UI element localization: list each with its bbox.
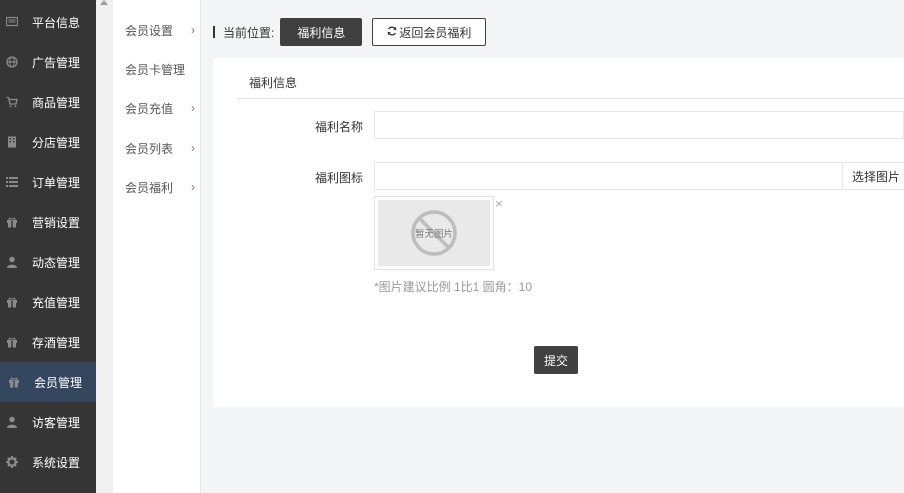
chevron-right-icon: › [191, 180, 195, 194]
gear-icon [6, 456, 18, 468]
close-icon[interactable]: × [495, 196, 503, 211]
gift-icon [6, 216, 18, 228]
sidebar-item-platform-info[interactable]: 平台信息 [0, 2, 96, 42]
user-icon [6, 256, 18, 268]
sidebar-item-orders[interactable]: 订单管理 [0, 162, 96, 202]
sidebar-item-label: 存酒管理 [32, 335, 81, 350]
no-image-text: 暂无图片 [415, 228, 453, 240]
sidebar-item-marketing[interactable]: 营销设置 [0, 202, 96, 242]
sidebar-item-label: 商品管理 [32, 95, 81, 110]
sidebar-item-label: 平台信息 [32, 15, 81, 30]
submenu-item-label: 会员列表 [125, 141, 174, 156]
no-image-icon: 暂无图片 [411, 210, 457, 256]
building-icon [6, 136, 18, 148]
sidebar-item-recharge[interactable]: 充值管理 [0, 282, 96, 322]
chevron-right-icon: › [191, 141, 195, 155]
submenu-item-member-benefits[interactable]: 会员福利 › [125, 177, 195, 197]
gift-icon [6, 336, 18, 348]
sidebar-item-ads[interactable]: 广告管理 [0, 42, 96, 82]
submenu-item-label: 会员充值 [125, 101, 174, 116]
sidebar-item-label: 动态管理 [32, 255, 81, 270]
sidebar-item-visitors[interactable]: 访客管理 [0, 402, 96, 442]
section-divider [237, 98, 904, 99]
sub-menu: 会员设置 › 会员卡管理 会员充值 › 会员列表 › 会员福利 › [113, 0, 201, 493]
sidebar-item-label: 分店管理 [32, 135, 81, 150]
globe-icon [6, 56, 18, 68]
sidebar-item-label: 订单管理 [32, 175, 81, 190]
sidebar-item-label: 营销设置 [32, 215, 81, 230]
cart-icon [6, 96, 18, 108]
gift-icon [8, 376, 20, 388]
submenu-item-member-settings[interactable]: 会员设置 › [125, 20, 195, 40]
benefit-icon-label: 福利图标 [314, 171, 363, 185]
submenu-item-member-recharge[interactable]: 会员充值 › [125, 98, 195, 118]
submenu-item-label: 会员设置 [125, 23, 174, 38]
back-to-benefits-button[interactable]: 返回会员福利 [372, 18, 487, 46]
main-content: 当前位置: 福利信息 返回会员福利 福利信息 福利名称 福利图标 选择图片 暂无… [201, 0, 904, 493]
sidebar-item-products[interactable]: 商品管理 [0, 82, 96, 122]
image-preview: 暂无图片 [374, 196, 494, 270]
image-hint: *图片建议比例 1比1 圆角：10 [374, 280, 533, 294]
chevron-right-icon: › [191, 23, 195, 37]
section-title: 福利信息 [249, 76, 298, 90]
benefit-icon-input[interactable] [374, 162, 843, 190]
chevron-right-icon: › [191, 101, 195, 115]
form-card: 福利信息 福利名称 福利图标 选择图片 暂无图片 × *图片建议比例 1比1 圆… [213, 58, 904, 407]
list-icon [6, 176, 18, 188]
no-image-placeholder: 暂无图片 [378, 200, 490, 266]
sidebar-item-label: 广告管理 [32, 55, 81, 70]
submit-button[interactable]: 提交 [534, 346, 579, 374]
back-button-label: 返回会员福利 [399, 25, 472, 40]
submenu-item-member-list[interactable]: 会员列表 › [125, 138, 195, 158]
sidebar-item-label: 充值管理 [32, 295, 81, 310]
benefit-name-input[interactable] [374, 111, 904, 139]
submenu-item-label: 会员卡管理 [125, 62, 186, 77]
benefit-name-label: 福利名称 [314, 120, 363, 134]
sidebar-item-system-settings[interactable]: 系统设置 [0, 442, 96, 482]
refresh-icon [387, 25, 397, 39]
sidebar-scrollbar[interactable] [96, 0, 113, 493]
sidebar-item-dynamics[interactable]: 动态管理 [0, 242, 96, 282]
monitor-icon [5, 16, 19, 28]
breadcrumb-marker [213, 26, 215, 38]
main-sidebar: 平台信息 广告管理 商品管理 分店管理 订单管理 营销设置 动态管理 充值管理 … [0, 0, 96, 493]
choose-image-button[interactable]: 选择图片 [842, 162, 904, 190]
scroll-up-arrow-icon[interactable] [100, 0, 108, 5]
sidebar-item-members[interactable]: 会员管理 [0, 362, 96, 402]
sidebar-item-label: 会员管理 [34, 375, 83, 390]
breadcrumb-prefix: 当前位置: [223, 25, 275, 40]
breadcrumb-current-button[interactable]: 福利信息 [280, 18, 363, 46]
sidebar-item-label: 访客管理 [32, 415, 81, 430]
gift-icon [6, 296, 18, 308]
sidebar-item-branches[interactable]: 分店管理 [0, 122, 96, 162]
choose-image-label: 选择图片 [852, 169, 901, 184]
sidebar-item-label: 系统设置 [32, 455, 81, 470]
user-icon [6, 416, 18, 428]
submenu-item-member-card[interactable]: 会员卡管理 [125, 59, 195, 79]
breadcrumb: 当前位置: 福利信息 返回会员福利 [213, 18, 487, 46]
sidebar-item-wine-storage[interactable]: 存酒管理 [0, 322, 96, 362]
submenu-item-label: 会员福利 [125, 180, 174, 195]
